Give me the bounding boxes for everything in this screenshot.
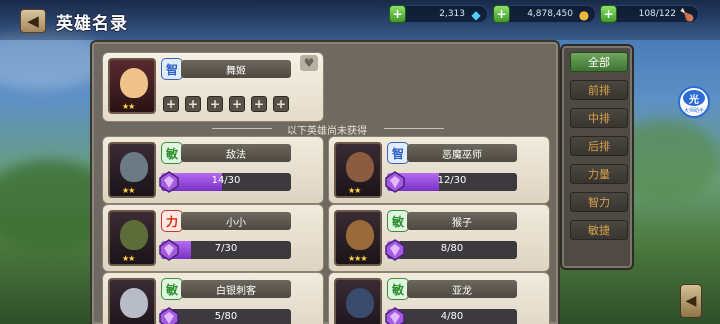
hero-portrait: ★★ xyxy=(334,142,382,198)
attribute-badge: 敏 xyxy=(161,278,183,300)
hero-name: 敌法 xyxy=(181,144,291,162)
soul-stone-icon xyxy=(159,239,179,261)
hero-portrait: ★★ xyxy=(108,58,156,114)
filter-button[interactable]: 智力 xyxy=(570,192,628,212)
shard-progress-bar: 14/30 xyxy=(161,173,291,191)
soul-stone-icon xyxy=(385,307,405,324)
soul-stone-icon xyxy=(159,171,179,193)
assistant-float-button[interactable]: 光 大师助手 xyxy=(678,86,710,118)
filter-button[interactable]: 前排 xyxy=(570,80,628,100)
hero-portrait xyxy=(334,278,382,324)
page-title: 英雄名录 xyxy=(56,14,128,34)
soul-stone-icon xyxy=(385,239,405,261)
hero-card[interactable]: ★★ 敏敌法 14/30 xyxy=(102,136,324,204)
hero-portrait: ★★ xyxy=(108,210,156,266)
hero-list-panel: ★★ 智 舞姬 + + + + + + ♥ 以下英雄尚未获得 ★★ 敏敌法 14/3… xyxy=(90,40,560,324)
hero-card-owned[interactable]: ★★ 智 舞姬 + + + + + + xyxy=(102,52,324,122)
back-arrow-icon[interactable]: ◀ xyxy=(20,9,46,33)
attribute-badge: 智 xyxy=(387,142,409,164)
hero-card[interactable]: ★★ 力小小 7/30 xyxy=(102,204,324,272)
hero-name: 猴子 xyxy=(407,212,517,230)
diamond-counter: + 2,313 ◆ xyxy=(389,5,488,23)
drumstick-icon: 🍗 xyxy=(679,7,695,22)
hero-portrait xyxy=(108,278,156,324)
filter-button[interactable]: 力量 xyxy=(570,164,628,184)
equip-slot[interactable]: + xyxy=(207,96,223,112)
gold-counter: + 4,878,450 ● xyxy=(493,5,596,23)
hero-name: 亚龙 xyxy=(407,280,517,298)
shard-progress-bar: 8/80 xyxy=(387,241,517,259)
attribute-badge: 敏 xyxy=(387,210,409,232)
attribute-badge: 智 xyxy=(161,58,183,80)
equip-slot[interactable]: + xyxy=(185,96,201,112)
gold-coins-icon: ● xyxy=(578,7,590,22)
equip-slot[interactable]: + xyxy=(163,96,179,112)
filter-button[interactable]: 后排 xyxy=(570,136,628,156)
filter-panel: 全部前排中排后排力量智力敏捷 xyxy=(560,44,634,270)
divider-right xyxy=(384,128,444,129)
top-bar: ◀ 英雄名录 + 2,313 ◆ + 4,878,450 ● + 108/122… xyxy=(0,0,720,40)
shard-progress-bar: 7/30 xyxy=(161,241,291,259)
soul-stone-icon xyxy=(159,307,179,324)
filter-button[interactable]: 全部 xyxy=(570,52,628,72)
equip-slot[interactable]: + xyxy=(251,96,267,112)
soul-stone-icon xyxy=(385,171,405,193)
not-obtained-divider: 以下英雄尚未获得 xyxy=(287,126,367,137)
favorite-heart-icon[interactable]: ♥ xyxy=(300,55,318,71)
shard-progress-bar: 5/80 xyxy=(161,309,291,324)
diamond-icon: ◆ xyxy=(471,7,481,22)
shard-progress-bar: 4/80 xyxy=(387,309,517,324)
hero-portrait: ★★ xyxy=(108,142,156,198)
filter-button[interactable]: 敏捷 xyxy=(570,220,628,240)
hero-portrait: ★★★ xyxy=(334,210,382,266)
stamina-counter: + 108/122 🍗 xyxy=(600,5,699,23)
add-diamonds-button[interactable]: + xyxy=(389,5,406,23)
hero-card[interactable]: ★★★ 敏猴子 8/80 xyxy=(328,204,550,272)
attribute-badge: 敏 xyxy=(387,278,409,300)
shard-progress-bar: 12/30 xyxy=(387,173,517,191)
attribute-badge: 敏 xyxy=(161,142,183,164)
filter-button[interactable]: 中排 xyxy=(570,108,628,128)
hero-name: 舞姬 xyxy=(181,60,291,78)
hero-name: 恶魔巫师 xyxy=(407,144,517,162)
attribute-badge: 力 xyxy=(161,210,183,232)
add-stamina-button[interactable]: + xyxy=(600,5,617,23)
hero-card[interactable]: 敏白银刺客 5/80 xyxy=(102,272,324,324)
hero-name: 小小 xyxy=(181,212,291,230)
side-menu-arrow-icon[interactable]: ◀ xyxy=(680,284,702,318)
equip-slot[interactable]: + xyxy=(229,96,245,112)
hero-name: 白银刺客 xyxy=(181,280,291,298)
add-gold-button[interactable]: + xyxy=(493,5,510,23)
hero-card[interactable]: ★★ 智恶魔巫师 12/30 xyxy=(328,136,550,204)
equip-slot[interactable]: + xyxy=(273,96,289,112)
hero-card[interactable]: 敏亚龙 4/80 xyxy=(328,272,550,324)
